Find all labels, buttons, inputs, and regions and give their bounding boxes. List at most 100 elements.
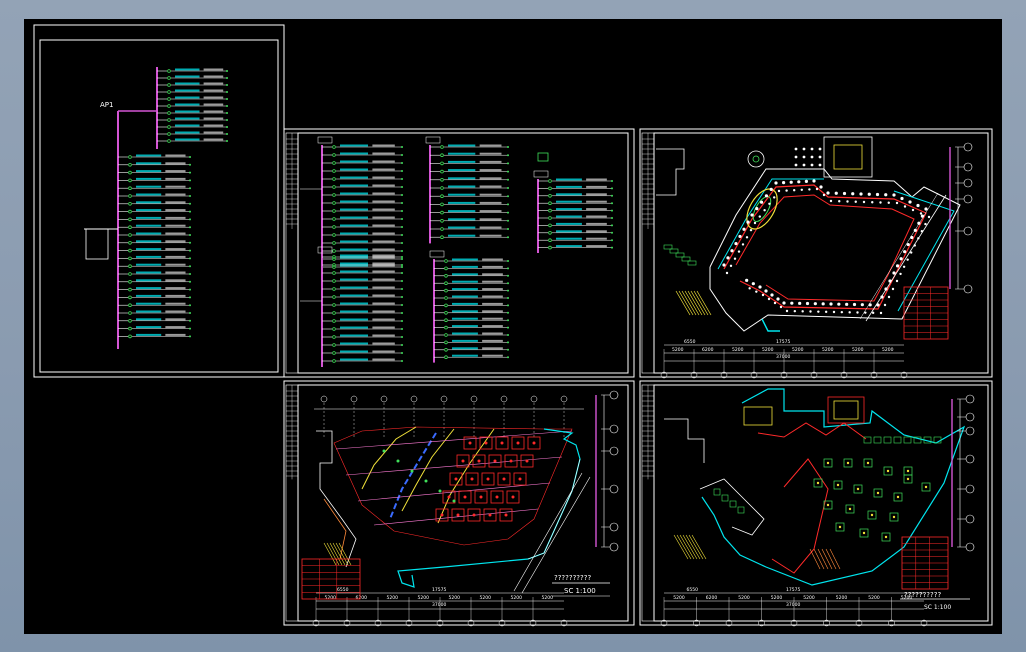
stair-room — [823, 136, 873, 178]
breaker-symbol — [440, 178, 444, 182]
breaker-symbol — [548, 238, 552, 243]
circuit-label-mark — [340, 240, 368, 243]
light-fixture — [804, 179, 809, 183]
circuit-end — [401, 288, 403, 290]
light-fixture — [916, 203, 920, 208]
circuit-label-mark — [448, 152, 476, 155]
circuit-end — [226, 91, 228, 93]
circuit-end — [507, 178, 509, 181]
circuit-label-mark — [448, 160, 476, 163]
left-wing-rooms — [664, 418, 765, 560]
round-room-core — [752, 155, 760, 163]
breaker-symbol — [332, 217, 336, 221]
light-fixture — [770, 293, 774, 297]
sheet-5-furniture-plan[interactable]: 5200 6200 5200 5200 5200 5200 5200 52006550 1757… — [639, 380, 993, 627]
circuit-text-mark — [165, 177, 186, 180]
fixture-box — [713, 488, 721, 496]
circuit-label-mark — [448, 218, 476, 221]
circuit-end — [507, 326, 509, 329]
light-fixture — [763, 209, 766, 212]
circuit-label-mark — [340, 232, 368, 235]
light-fixture — [860, 303, 864, 307]
circuit-label-mark — [175, 131, 200, 134]
circuit-label-mark — [136, 162, 162, 165]
circuit-label-mark — [340, 262, 368, 265]
circuit-end — [507, 274, 509, 277]
sheet-1-distribution-schematic[interactable]: AP1 — [33, 24, 285, 378]
circuit-label-mark — [340, 208, 368, 211]
circuit-end — [189, 265, 191, 268]
circuit-end — [507, 356, 509, 359]
equipment — [687, 260, 697, 266]
breaker-symbol — [128, 248, 132, 253]
circuit-label-mark — [175, 89, 200, 92]
breaker-symbol — [332, 327, 336, 331]
breaker-symbol — [128, 155, 132, 159]
circuit-end — [401, 320, 403, 322]
circuit-end — [189, 156, 191, 158]
stair-step — [673, 534, 689, 560]
breaker-symbol — [332, 311, 336, 315]
light-fixture — [899, 272, 902, 276]
circuit-text-mark — [165, 318, 186, 321]
circuit-text-mark — [203, 89, 224, 92]
circuit-text-mark — [165, 209, 186, 212]
circuit-label-mark — [136, 216, 162, 219]
slab-outline-red — [333, 426, 573, 546]
circuit-label-mark — [340, 200, 368, 203]
breaker-symbol — [332, 177, 336, 181]
sheet-4-power-plan[interactable]: 5200 6200 5200 5200 5200 5200 5200 52006550 1757… — [283, 380, 635, 627]
light-fixture — [779, 305, 783, 309]
grid-bubble — [963, 194, 973, 204]
circuit-text-mark — [203, 75, 224, 78]
dimension-value: 5200 — [325, 595, 337, 601]
circuit-text-mark — [203, 124, 224, 127]
circuit-text-mark — [586, 193, 607, 196]
circuit-end — [401, 162, 403, 164]
light-fixture — [794, 163, 798, 167]
cad-drawing: AP1 5200 6200 5200 5200 5200 5200 5200 5… — [33, 24, 993, 627]
sheet-3-lighting-plan[interactable]: 5200 6200 5200 5200 5200 5200 5200 52006550 1757… — [639, 128, 993, 379]
dimension-value: 5200 — [732, 347, 744, 353]
grid-bubble — [609, 522, 619, 532]
grid-bubble — [963, 178, 973, 188]
upper-circuit-group — [157, 68, 228, 143]
circuit-end — [507, 236, 509, 239]
light-fixture — [832, 310, 836, 314]
light-fixture — [769, 187, 773, 191]
circuit-end — [189, 163, 191, 166]
circuit-text-mark — [372, 232, 395, 235]
circuit-text-mark — [165, 248, 186, 251]
circuit-text-mark — [586, 222, 607, 225]
column-marker — [447, 495, 451, 499]
circuit-end — [507, 348, 509, 351]
circuit-text-mark — [372, 192, 395, 195]
light-fixture — [862, 200, 866, 204]
column-marker — [461, 459, 465, 463]
table-center — [924, 485, 928, 489]
cad-drawing-canvas[interactable]: AP1 5200 6200 5200 5200 5200 5200 5200 5… — [24, 19, 1002, 634]
dimension-value: 5200 — [449, 595, 461, 601]
sheet-2-title-strip — [285, 132, 299, 374]
breaker-symbol — [444, 273, 448, 278]
light-fixture — [794, 147, 798, 151]
circuit-label-mark — [340, 334, 368, 337]
breaker-symbol — [167, 69, 171, 73]
subpanel-tag — [533, 170, 549, 178]
light-fixture — [793, 189, 796, 192]
light-fixture — [785, 309, 789, 313]
breaker-symbol — [440, 210, 444, 215]
grid-bubble-top — [470, 395, 478, 403]
dimension-value: 5200 — [792, 347, 804, 353]
dimension-value: 5200 — [542, 595, 554, 601]
table-center — [826, 503, 830, 507]
table-center — [826, 461, 830, 465]
circuit-label-mark — [448, 226, 476, 229]
circuit-text-mark — [165, 240, 186, 243]
grid-bubble — [963, 284, 973, 294]
dimension-value: 6200 — [706, 595, 718, 601]
sheet-2-subpanel-schematics[interactable] — [283, 128, 635, 378]
breaker-symbol — [548, 223, 552, 228]
circuit-label-mark — [136, 224, 162, 227]
circuit-label-mark — [340, 192, 368, 195]
